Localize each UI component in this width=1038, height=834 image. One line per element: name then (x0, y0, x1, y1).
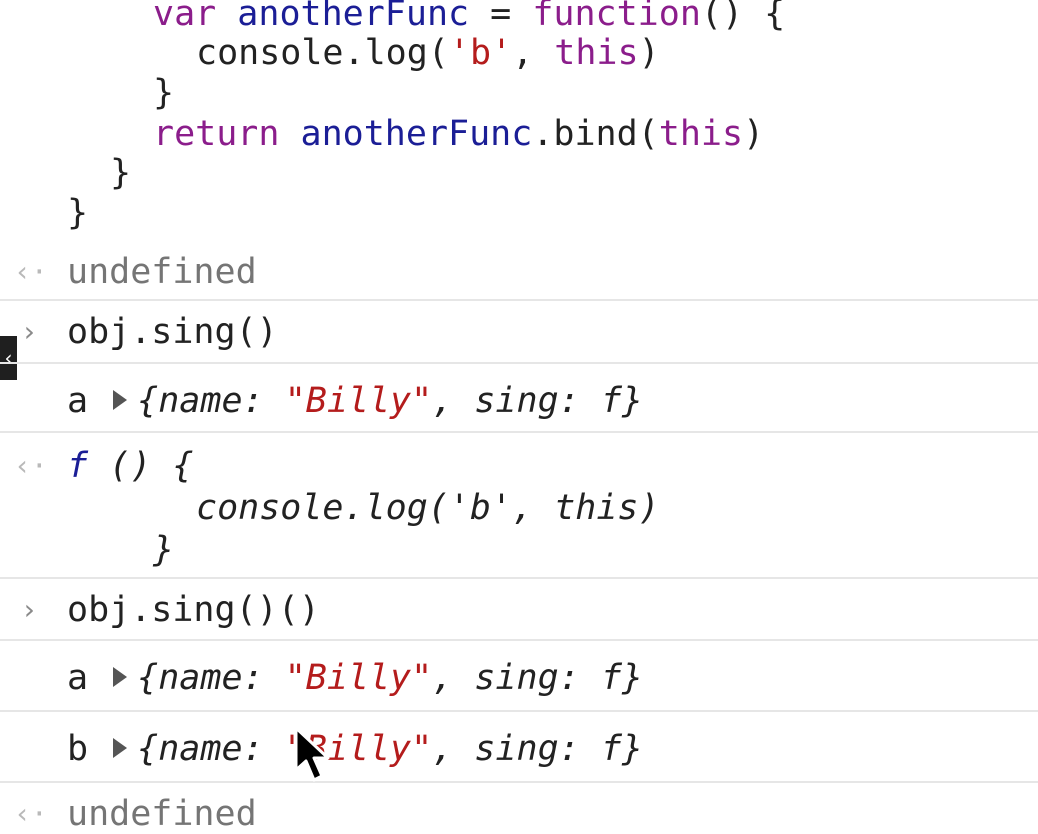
row-divider (0, 299, 1038, 301)
code-brace: } (67, 193, 89, 233)
log-label: a (67, 658, 89, 698)
obj-value-function: f (600, 381, 622, 421)
code-operator: = (469, 0, 533, 34)
code-text: ) (638, 33, 660, 73)
obj-colon: : (242, 729, 285, 769)
function-signature: () { (88, 446, 194, 486)
triangle-right-icon[interactable] (113, 667, 128, 687)
row-divider (0, 362, 1038, 364)
row-divider (0, 639, 1038, 641)
obj-value-string: "Billy" (284, 658, 433, 698)
chevron-right-icon: › (20, 593, 38, 626)
code-identifier: anotherFunc (300, 114, 533, 154)
obj-brace: { (137, 658, 159, 698)
obj-brace: { (137, 729, 159, 769)
arrow-left-icon: ‹· (14, 797, 48, 830)
object-preview[interactable]: {name: "Billy", sing: f} (137, 381, 643, 421)
log-row: a {name: "Billy", sing: f} (67, 381, 643, 421)
code-line-2: console.log('b', this) (196, 33, 660, 73)
log-label: b (67, 729, 89, 769)
code-line-1: var anotherFunc = function() { (153, 0, 785, 34)
code-line-5: } (110, 153, 131, 193)
code-keyword: return (153, 114, 280, 154)
row-divider (0, 577, 1038, 579)
result-function-body: console.log('b', this) (196, 488, 660, 528)
code-line-6: } (67, 193, 88, 233)
obj-brace: } (621, 381, 643, 421)
result-undefined: undefined (67, 794, 257, 834)
code-keyword: this (658, 114, 744, 154)
log-row: a {name: "Billy", sing: f} (67, 658, 643, 698)
row-divider (0, 710, 1038, 712)
obj-colon: : (558, 729, 601, 769)
obj-sep: , (432, 381, 475, 421)
object-preview[interactable]: {name: "Billy", sing: f} (137, 729, 643, 769)
chevron-right-icon: › (20, 315, 38, 348)
obj-brace: } (621, 729, 643, 769)
obj-sep: , (432, 729, 475, 769)
code-identifier: anotherFunc (237, 0, 470, 34)
result-function-signature[interactable]: f () { (67, 446, 193, 486)
result-undefined: undefined (67, 252, 257, 292)
result-function-close: } (153, 530, 175, 570)
obj-colon: : (558, 381, 601, 421)
console-input[interactable]: obj.sing()() (67, 590, 320, 630)
code-text: console.log( (196, 33, 449, 73)
sidebar-toggle-button[interactable]: ‹ (0, 336, 17, 380)
code-keyword: function (532, 0, 701, 34)
obj-key: name (158, 381, 243, 421)
code-brace: } (153, 73, 175, 113)
obj-colon: : (242, 658, 285, 698)
obj-key: sing (474, 658, 559, 698)
console-input[interactable]: obj.sing() (67, 312, 278, 352)
obj-brace: } (621, 658, 643, 698)
obj-colon: : (242, 381, 285, 421)
obj-value-function: f (600, 729, 622, 769)
code-line-3: } (153, 73, 174, 113)
obj-key: name (158, 658, 243, 698)
code-text: , (512, 33, 555, 73)
arrow-left-icon: ‹· (14, 449, 48, 482)
log-row: b {name: "Billy", sing: f} (67, 729, 643, 769)
code-brace: } (110, 153, 132, 193)
mouse-pointer-icon (294, 726, 330, 782)
code-line-4: return anotherFunc.bind(this) (153, 114, 764, 154)
obj-sep: , (432, 658, 475, 698)
code-text: () { (700, 0, 786, 34)
obj-brace: { (137, 381, 159, 421)
triangle-right-icon[interactable] (113, 390, 128, 410)
code-string: 'b' (448, 33, 513, 73)
obj-colon: : (558, 658, 601, 698)
obj-key: sing (474, 381, 559, 421)
obj-value-string: "Billy" (284, 381, 433, 421)
obj-key: name (158, 729, 243, 769)
code-text: .bind( (532, 114, 659, 154)
log-label: a (67, 381, 89, 421)
obj-value-function: f (600, 658, 622, 698)
row-divider (0, 781, 1038, 783)
code-keyword: var (153, 0, 217, 34)
arrow-left-icon: ‹· (14, 255, 48, 288)
object-preview[interactable]: {name: "Billy", sing: f} (137, 658, 643, 698)
obj-key: sing (474, 729, 559, 769)
triangle-right-icon[interactable] (113, 738, 128, 758)
chevron-left-icon: ‹ (4, 346, 13, 370)
row-divider (0, 431, 1038, 433)
code-keyword: this (554, 33, 639, 73)
code-text: ) (743, 114, 765, 154)
function-marker: f (67, 446, 89, 486)
